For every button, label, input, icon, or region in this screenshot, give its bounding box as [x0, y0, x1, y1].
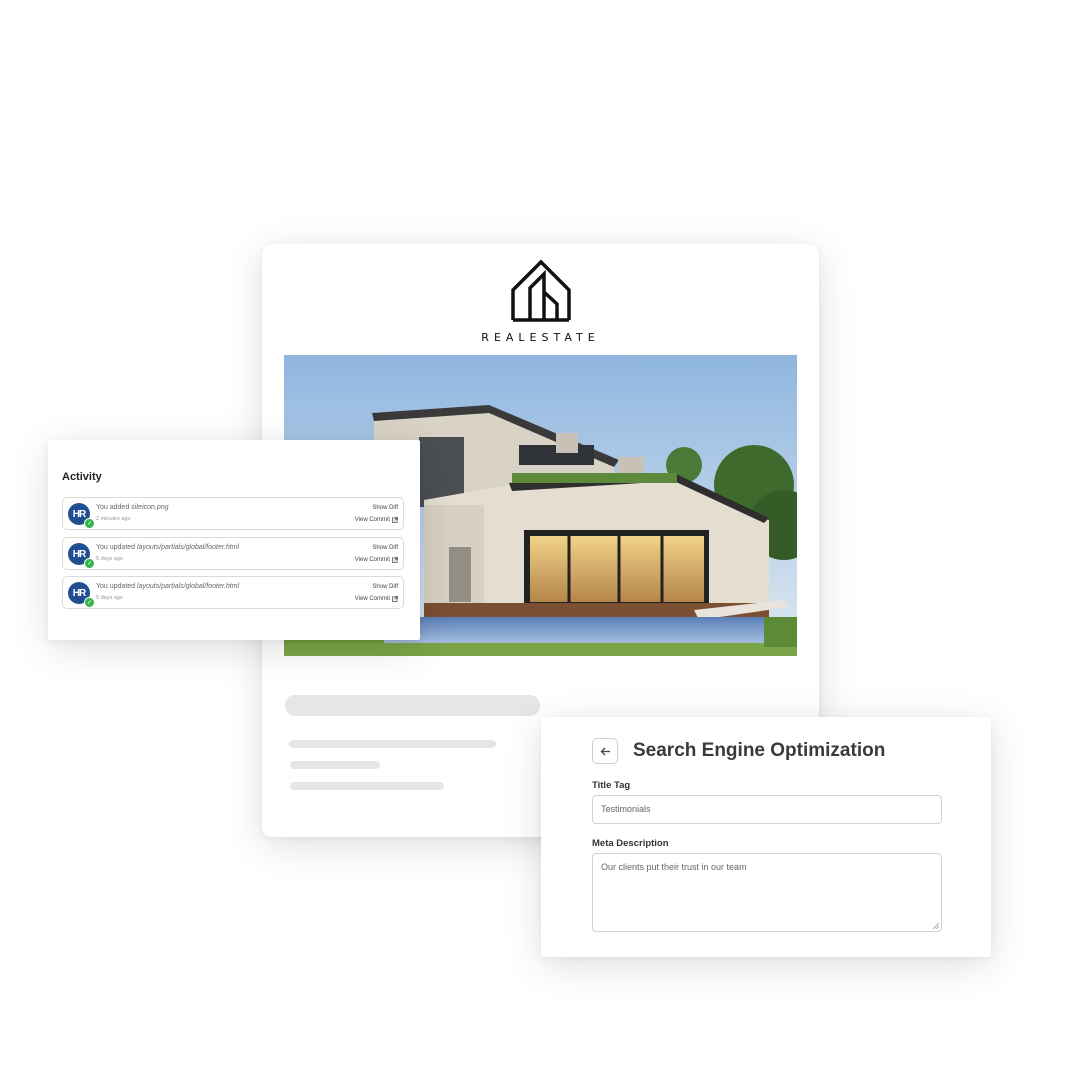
- arrow-left-icon: [600, 747, 610, 755]
- text-placeholder-line: [290, 761, 380, 769]
- success-check-icon: ✓: [84, 597, 95, 608]
- show-diff-link[interactable]: Show Diff: [372, 584, 398, 590]
- view-commit-link[interactable]: View Commit: [355, 557, 398, 563]
- brand-name: REALESTATE: [481, 331, 600, 344]
- activity-item: HR ✓ You updated layouts/partials/global…: [62, 576, 404, 609]
- success-check-icon: ✓: [84, 518, 95, 529]
- activity-message: You updated layouts/partials/global/foot…: [96, 544, 240, 551]
- title-tag-label: Title Tag: [592, 780, 631, 791]
- meta-description-textarea[interactable]: Our clients put their trust in our team: [592, 853, 942, 932]
- view-commit-link[interactable]: View Commit: [355, 596, 398, 602]
- show-diff-link[interactable]: Show Diff: [372, 545, 398, 551]
- activity-time: 5 days ago: [96, 595, 123, 601]
- title-placeholder-bar: [285, 695, 540, 716]
- back-button[interactable]: [592, 738, 618, 764]
- success-check-icon: ✓: [84, 558, 95, 569]
- activity-time: 5 days ago: [96, 556, 123, 562]
- activity-time: 2 minutes ago: [96, 516, 131, 522]
- external-link-icon: [392, 557, 398, 563]
- house-logo-icon: [511, 259, 571, 322]
- text-placeholder-line: [290, 782, 444, 790]
- meta-description-value: Our clients put their trust in our team: [601, 862, 747, 872]
- activity-item: HR ✓ You added siteicon.png 2 minutes ag…: [62, 497, 404, 530]
- seo-panel: Search Engine Optimization Title Tag Tes…: [541, 717, 991, 957]
- resize-handle-icon[interactable]: [933, 923, 939, 929]
- page-title: Search Engine Optimization: [633, 740, 886, 761]
- activity-panel: Activity HR ✓ You added siteicon.png 2 m…: [48, 440, 420, 640]
- meta-description-label: Meta Description: [592, 838, 669, 849]
- show-diff-link[interactable]: Show Diff: [372, 505, 398, 511]
- activity-message: You updated layouts/partials/global/foot…: [96, 583, 240, 590]
- activity-message: You added siteicon.png: [96, 504, 169, 511]
- external-link-icon: [392, 596, 398, 602]
- activity-title: Activity: [62, 471, 102, 483]
- text-placeholder-line: [289, 740, 496, 748]
- title-tag-input[interactable]: Testimonials: [592, 795, 942, 824]
- activity-item: HR ✓ You updated layouts/partials/global…: [62, 537, 404, 570]
- external-link-icon: [392, 517, 398, 523]
- view-commit-link[interactable]: View Commit: [355, 517, 398, 523]
